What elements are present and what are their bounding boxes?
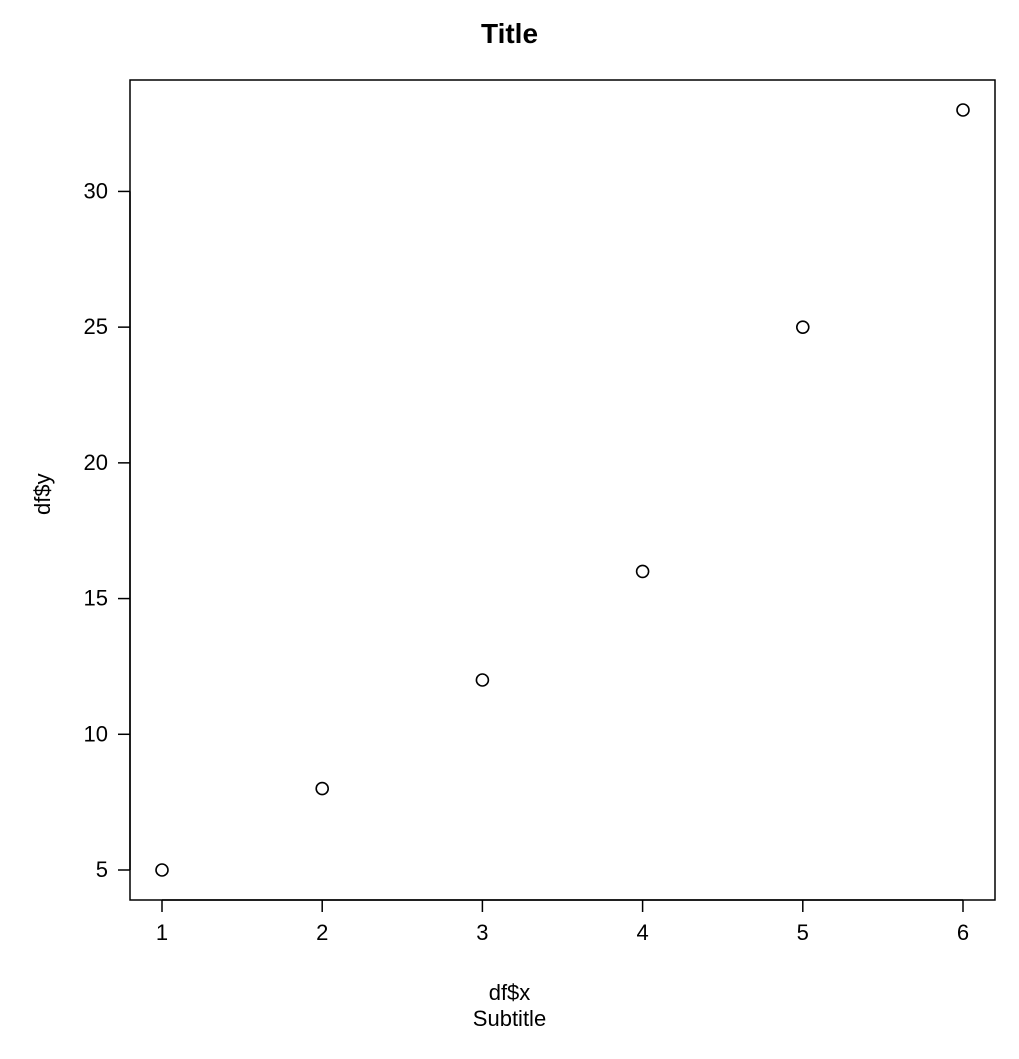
- data-point: [797, 321, 809, 333]
- plot-area: [130, 80, 995, 900]
- data-point: [476, 674, 488, 686]
- x-axis-label: df$x: [0, 980, 1019, 1006]
- y-tick-label: 10: [84, 721, 108, 746]
- data-point: [316, 783, 328, 795]
- y-tick-label: 5: [96, 857, 108, 882]
- x-tick-label: 2: [316, 920, 328, 945]
- x-tick-label: 6: [957, 920, 969, 945]
- x-tick-label: 3: [476, 920, 488, 945]
- x-axis-label-block: df$x Subtitle: [0, 980, 1019, 1033]
- x-tick-label: 1: [156, 920, 168, 945]
- data-point: [957, 104, 969, 116]
- chart-container: Title df$y 12345651015202530 df$x Subtit…: [0, 0, 1019, 1059]
- chart-subtitle: Subtitle: [0, 1006, 1019, 1032]
- y-tick-label: 15: [84, 586, 108, 611]
- data-point: [637, 565, 649, 577]
- x-tick-label: 4: [636, 920, 648, 945]
- data-point: [156, 864, 168, 876]
- y-tick-label: 30: [84, 178, 108, 203]
- y-tick-label: 20: [84, 450, 108, 475]
- x-tick-label: 5: [797, 920, 809, 945]
- y-tick-label: 25: [84, 314, 108, 339]
- chart-svg: 1 2 3 4 5 6 5 10 15 20 25 30: [0, 0, 1019, 1059]
